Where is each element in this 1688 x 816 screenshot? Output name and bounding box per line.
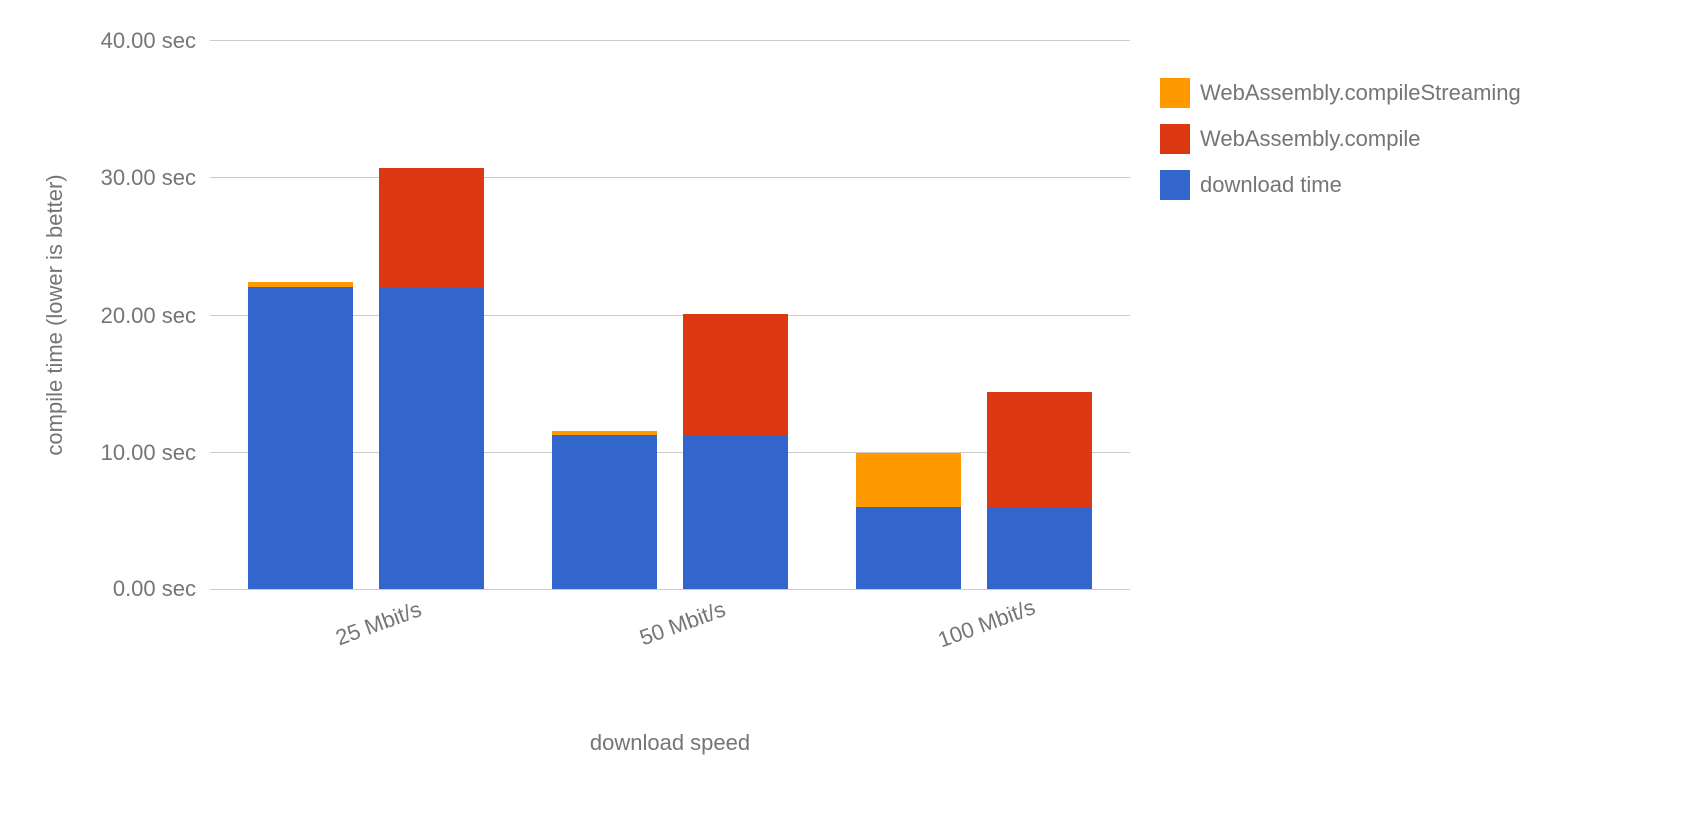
bar-segment-download [683, 435, 788, 589]
gridline: 30.00 sec [210, 177, 1130, 178]
y-tick-label: 40.00 sec [101, 28, 210, 54]
bar-segment-download [248, 287, 353, 590]
chart: compile time (lower is better) download … [0, 0, 1688, 816]
y-tick-label: 0.00 sec [113, 576, 210, 602]
bar-segment-download [987, 507, 1092, 590]
bar-segment-download [552, 435, 657, 589]
bar-segment-streaming [856, 453, 961, 507]
gridline: 40.00 sec [210, 40, 1130, 41]
legend-swatch-icon [1160, 78, 1190, 108]
plot-area: 40.00 sec 30.00 sec 20.00 sec 10.00 sec … [210, 40, 1130, 590]
bar-segment-download [379, 287, 484, 590]
legend-item: WebAssembly.compile [1160, 124, 1521, 154]
y-tick-label: 10.00 sec [101, 440, 210, 466]
legend-label: WebAssembly.compile [1200, 126, 1420, 152]
legend-label: WebAssembly.compileStreaming [1200, 80, 1521, 106]
y-axis-title: compile time (lower is better) [42, 174, 68, 455]
x-axis-title: download speed [590, 730, 750, 756]
legend-label: download time [1200, 172, 1342, 198]
legend-swatch-icon [1160, 124, 1190, 154]
legend-item: WebAssembly.compileStreaming [1160, 78, 1521, 108]
bar-segment-download [856, 507, 961, 590]
bar-segment-compile [987, 392, 1092, 506]
legend-item: download time [1160, 170, 1521, 200]
legend-swatch-icon [1160, 170, 1190, 200]
y-tick-label: 20.00 sec [101, 303, 210, 329]
legend: WebAssembly.compileStreaming WebAssembly… [1160, 78, 1521, 216]
y-tick-label: 30.00 sec [101, 165, 210, 191]
bar-segment-compile [379, 168, 484, 286]
bar-segment-compile [683, 314, 788, 435]
